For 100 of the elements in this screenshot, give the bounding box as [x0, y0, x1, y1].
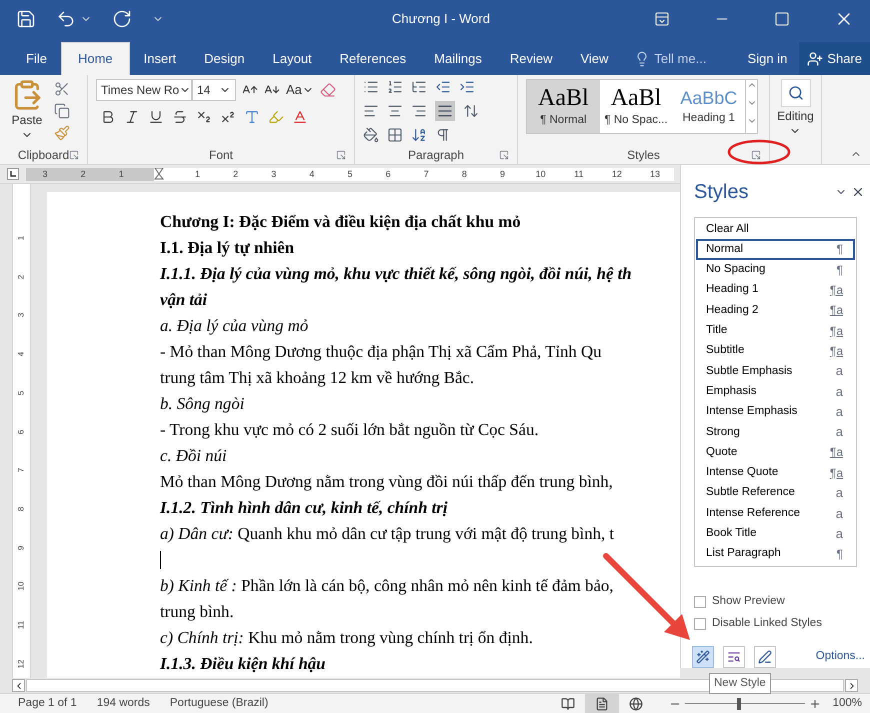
style-list-item[interactable]: Heading 1 ¶a: [696, 280, 855, 300]
style-inspector-icon[interactable]: [727, 650, 741, 664]
underline-icon[interactable]: [148, 109, 164, 125]
change-case-button[interactable]: Aa: [286, 80, 314, 100]
ribbon-tab[interactable]: View: [566, 42, 622, 75]
style-list-item[interactable]: No Spacing ¶: [696, 260, 855, 280]
ribbon-tab[interactable]: Insert: [130, 42, 190, 75]
share-button[interactable]: Share: [799, 42, 870, 75]
style-list-item[interactable]: Emphasis a: [696, 381, 855, 402]
copy-icon[interactable]: [54, 103, 70, 119]
manage-styles-icon[interactable]: [758, 650, 772, 664]
style-list-item[interactable]: Subtitle ¶a: [696, 340, 855, 362]
zoom-in-icon[interactable]: [808, 698, 821, 710]
decrease-indent-icon[interactable]: [435, 79, 451, 95]
ruler-label: 3: [18, 312, 26, 320]
horizontal-scrollbar[interactable]: [26, 679, 844, 692]
style-list-item[interactable]: Strong a: [696, 422, 855, 442]
style-list-item[interactable]: Intense Reference a: [696, 503, 855, 524]
style-list-item[interactable]: Subtle Emphasis a: [696, 361, 855, 382]
search-icon[interactable]: [788, 85, 804, 101]
ruler-label: 8: [18, 506, 26, 514]
style-type-icon: a: [836, 361, 843, 381]
close-icon[interactable]: [851, 185, 865, 199]
style-list-item[interactable]: Quote ¶a: [696, 442, 855, 463]
style-list-item[interactable]: Clear All: [696, 219, 855, 240]
view-icon: [628, 696, 643, 710]
style-list-item[interactable]: Intense Emphasis a: [696, 402, 855, 422]
group-label: Paragraph: [408, 147, 464, 164]
superscript-icon[interactable]: [220, 109, 236, 125]
editing-button[interactable]: Editing: [777, 107, 814, 137]
ribbon-tab[interactable]: Layout: [258, 42, 326, 75]
checkbox[interactable]: [694, 596, 706, 608]
align-center-icon[interactable]: [387, 103, 403, 119]
scroll-left-button[interactable]: [12, 679, 25, 692]
strikethrough-icon[interactable]: [172, 109, 188, 125]
text-effects-icon[interactable]: [244, 109, 260, 125]
style-gallery-item[interactable]: AaBbC Heading 1: [672, 80, 746, 133]
dialog-launcher-icon[interactable]: [336, 150, 346, 160]
ruler-label: 1: [195, 168, 200, 180]
ribbon-tab[interactable]: Design: [190, 42, 259, 75]
numbering-icon[interactable]: [387, 79, 403, 95]
ribbon-tab[interactable]: References: [326, 42, 420, 75]
language-label: Portuguese (Brazil): [170, 696, 268, 711]
window-title: Chương I - Word: [392, 10, 490, 28]
view-icon: [560, 696, 575, 710]
borders-icon[interactable]: [387, 127, 403, 143]
checkbox[interactable]: [694, 618, 706, 630]
paste-button[interactable]: Paste: [8, 79, 46, 141]
new-style-icon[interactable]: [696, 650, 710, 664]
tell-me-field[interactable]: Tell me...: [654, 48, 706, 68]
style-list-item[interactable]: Normal ¶: [696, 239, 855, 260]
cut-icon[interactable]: [54, 81, 70, 97]
dialog-launcher-icon[interactable]: [69, 150, 79, 160]
line-spacing-icon[interactable]: [463, 103, 479, 119]
pane-title: Styles: [694, 180, 748, 205]
style-list-item[interactable]: Intense Quote ¶a: [696, 462, 855, 483]
pilcrow-icon[interactable]: [435, 127, 451, 143]
zoom-slider[interactable]: [684, 698, 805, 710]
paragraph-text: trung bình.: [160, 601, 234, 623]
tooltip: New Style: [709, 673, 771, 694]
dialog-launcher-icon[interactable]: [499, 150, 509, 160]
style-list-item[interactable]: Title ¶a: [696, 320, 855, 341]
font-color-icon[interactable]: [292, 109, 308, 125]
shading-icon[interactable]: [363, 127, 379, 143]
ribbon-tab[interactable]: File: [12, 42, 61, 75]
style-list-item[interactable]: Heading 2 ¶a: [696, 300, 855, 320]
ruler-label: 2: [18, 274, 26, 281]
eraser-icon[interactable]: [320, 82, 336, 98]
view-button[interactable]: [584, 694, 619, 713]
scroll-right-button[interactable]: [845, 679, 858, 692]
save-icon[interactable]: [16, 8, 36, 28]
options-link[interactable]: Options...: [816, 648, 865, 666]
tab-selector-icon[interactable]: [7, 168, 19, 180]
align-left-icon[interactable]: [363, 103, 379, 119]
subscript-icon[interactable]: [196, 109, 212, 125]
style-list-item[interactable]: List Paragraph ¶: [696, 544, 855, 564]
font-size-field[interactable]: 14: [192, 79, 236, 101]
ribbon-display-icon[interactable]: [654, 10, 670, 26]
style-list-item[interactable]: Subtle Reference a: [696, 482, 855, 504]
maximize-icon[interactable]: [774, 10, 790, 26]
justify-icon[interactable]: [437, 103, 453, 119]
repeat-icon[interactable]: [112, 8, 132, 28]
undo-icon[interactable]: [56, 8, 76, 28]
ribbon-tab[interactable]: Mailings: [420, 42, 496, 75]
increase-indent-icon[interactable]: [459, 79, 475, 95]
indent-marker[interactable]: [154, 168, 164, 180]
dialog-launcher-icon[interactable]: [751, 150, 761, 160]
sign-in-link[interactable]: Sign in: [748, 42, 788, 75]
italic-icon[interactable]: [124, 109, 140, 125]
sort-icon[interactable]: [411, 127, 427, 143]
paragraph-text: a. Địa lý của vùng mỏ: [160, 315, 308, 337]
style-gallery-item[interactable]: AaBl ¶ Normal: [527, 80, 600, 133]
style-gallery-item[interactable]: AaBl ¶ No Spac...: [600, 80, 672, 133]
align-right-icon[interactable]: [411, 103, 427, 119]
multilevel-list-icon[interactable]: [411, 79, 427, 95]
style-list-item[interactable]: Book Title a: [696, 523, 855, 544]
ruler-label: 2: [80, 168, 86, 180]
font-name-field[interactable]: Times New Ro: [96, 79, 192, 101]
ribbon-tab[interactable]: Review: [496, 42, 566, 75]
ribbon-tab[interactable]: Home: [60, 42, 130, 75]
